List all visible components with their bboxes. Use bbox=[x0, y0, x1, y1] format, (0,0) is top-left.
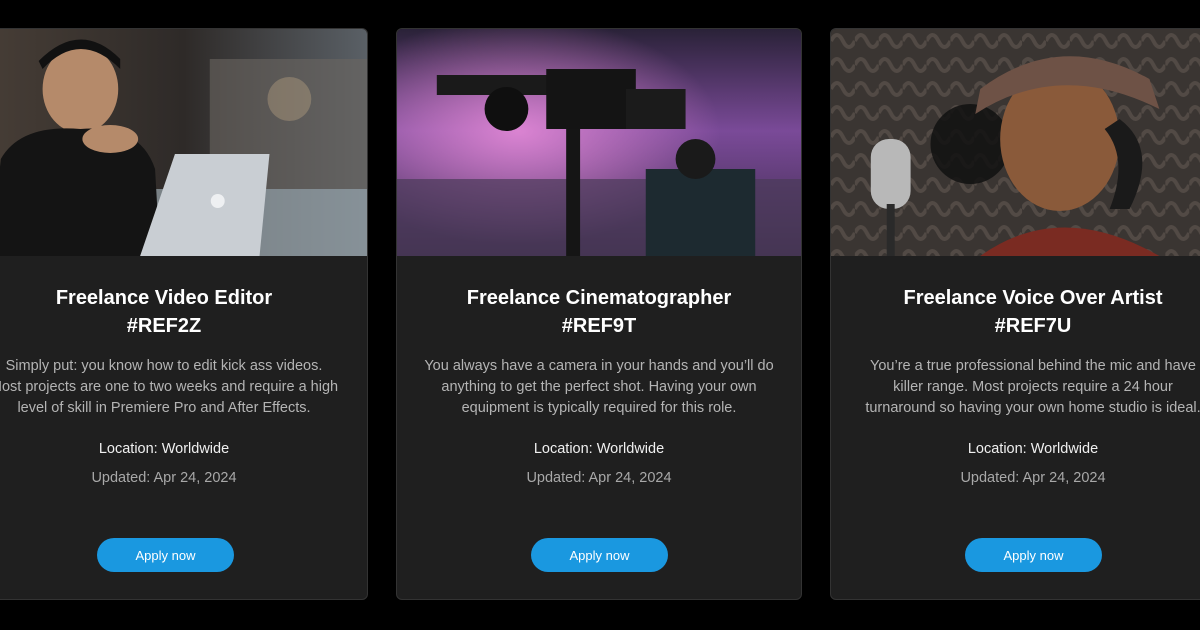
video-editor-photo bbox=[0, 29, 367, 256]
job-updated-date: Updated: Apr 24, 2024 bbox=[91, 470, 237, 486]
job-location: Location: Worldwide bbox=[967, 441, 1099, 457]
job-reference-code: #REF9T bbox=[561, 315, 637, 337]
card-body: Freelance Cinematographer #REF9T You alw… bbox=[397, 284, 801, 488]
card-body: Freelance Voice Over Artist #REF7U You’r… bbox=[831, 284, 1200, 488]
job-location: Location: Worldwide bbox=[533, 441, 665, 457]
job-card-cinematographer: Freelance Cinematographer #REF9T You alw… bbox=[396, 28, 802, 600]
job-title: Freelance Video Editor bbox=[55, 287, 273, 309]
job-location: Location: Worldwide bbox=[98, 441, 230, 457]
job-card-video-editor: Freelance Video Editor #REF2Z Simply put… bbox=[0, 28, 368, 600]
job-card-voice-over-artist: Freelance Voice Over Artist #REF7U You’r… bbox=[830, 28, 1200, 600]
cinematographer-photo bbox=[397, 29, 801, 256]
apply-now-button[interactable]: Apply now bbox=[965, 538, 1102, 572]
job-description: You always have a camera in your hands a… bbox=[424, 358, 774, 416]
job-updated-date: Updated: Apr 24, 2024 bbox=[526, 470, 672, 486]
job-title: Freelance Voice Over Artist bbox=[903, 287, 1163, 309]
job-description: You’re a true professional behind the mi… bbox=[865, 358, 1200, 416]
job-updated-date: Updated: Apr 24, 2024 bbox=[960, 470, 1106, 486]
apply-now-button[interactable]: Apply now bbox=[531, 538, 668, 572]
job-cards-section: Freelance Video Editor #REF2Z Simply put… bbox=[0, 0, 1200, 630]
apply-now-button[interactable]: Apply now bbox=[97, 538, 234, 572]
job-description: Simply put: you know how to edit kick as… bbox=[0, 358, 339, 416]
voice-over-artist-photo bbox=[831, 29, 1200, 256]
card-body: Freelance Video Editor #REF2Z Simply put… bbox=[0, 284, 367, 488]
job-reference-code: #REF7U bbox=[994, 315, 1072, 337]
job-reference-code: #REF2Z bbox=[126, 315, 202, 337]
job-title: Freelance Cinematographer bbox=[466, 287, 732, 309]
